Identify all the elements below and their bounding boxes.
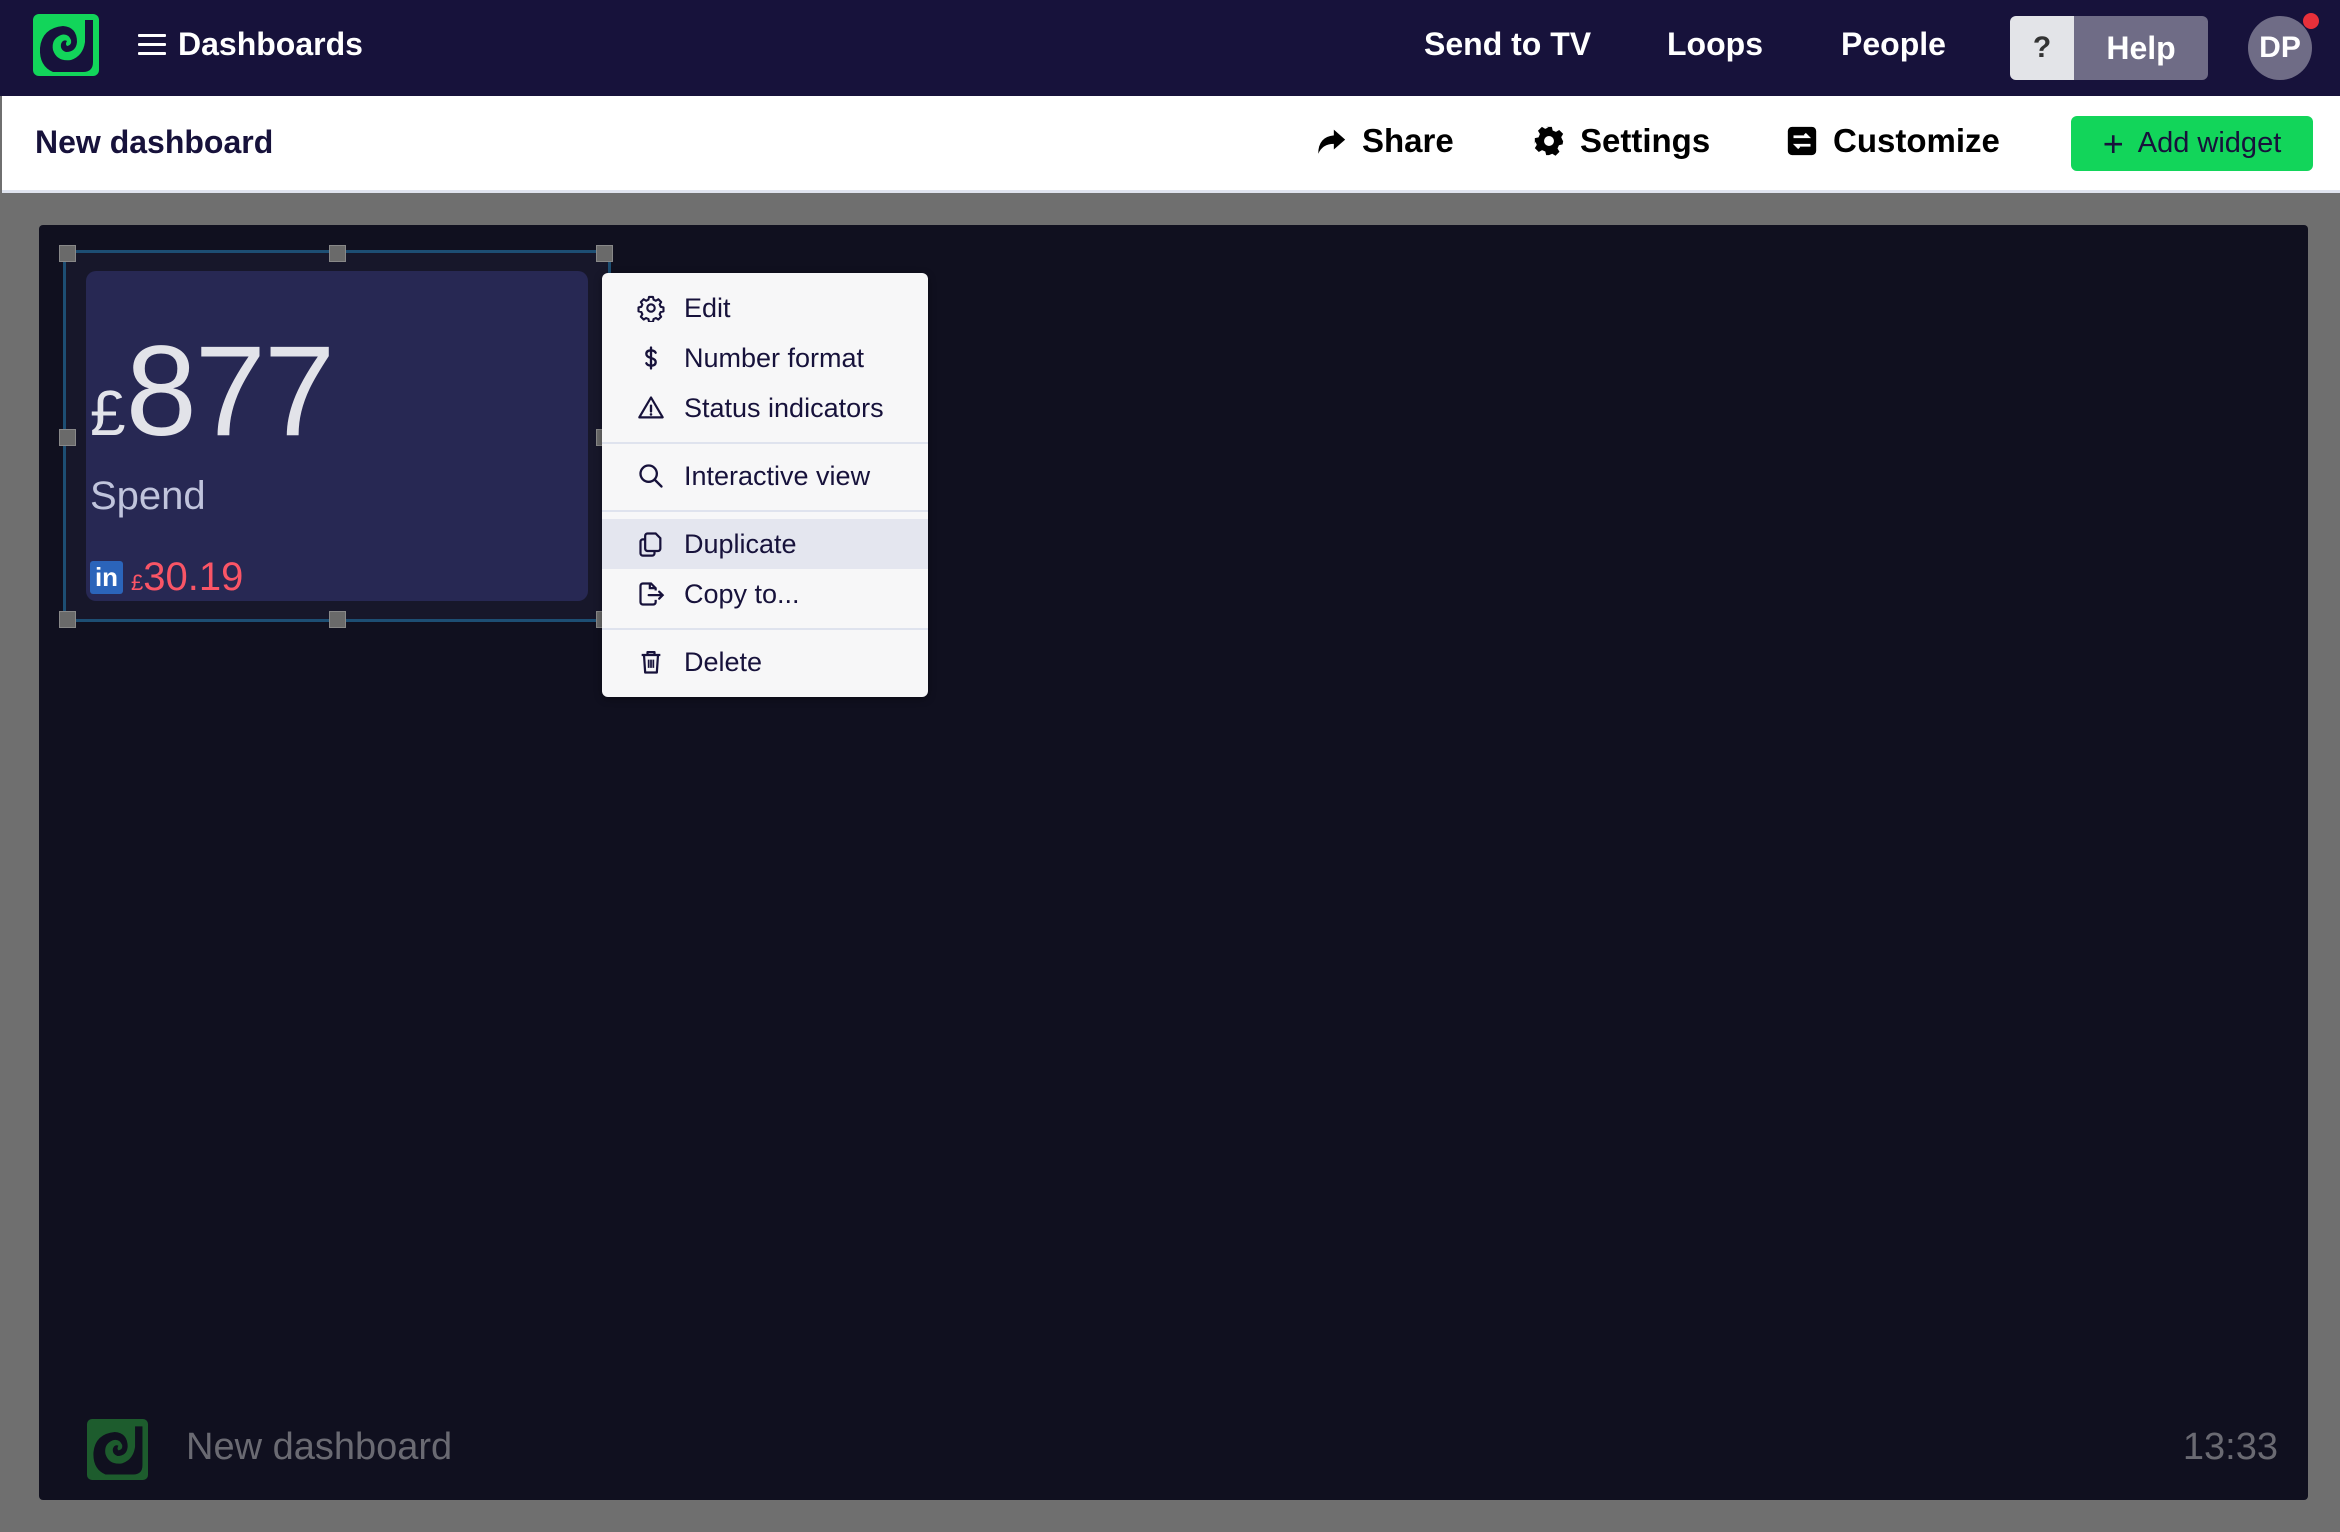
linkedin-icon: in [90,561,123,594]
copy-to-icon [636,579,666,609]
menu-item-label: Edit [684,292,731,323]
widget-number: 877 [125,320,336,463]
share-button[interactable]: Share [1314,122,1454,160]
dashboard-toolbar: New dashboard Share Settings Customize +… [2,96,2340,193]
app-logo[interactable] [33,14,99,76]
widget-context-menu: Edit Number format Status indicators Int… [602,273,928,697]
settings-label: Settings [1580,122,1711,159]
menu-item-label: Duplicate [684,528,797,559]
delta-value: 30.19 [143,555,244,599]
resize-handle-nw[interactable] [59,245,76,262]
plus-icon: + [2102,122,2124,164]
footer-clock: 13:33 [2182,1426,2278,1468]
footer-logo [87,1419,148,1480]
share-icon [1318,129,1346,154]
settings-button[interactable]: Settings [1532,122,1710,160]
logo-swirl-icon [93,1426,143,1475]
menu-item-copy-to[interactable]: Copy to... [602,569,928,619]
help-button[interactable]: ? Help [2010,16,2208,80]
menu-item-interactive-view[interactable]: Interactive view [602,451,928,501]
add-widget-button[interactable]: + Add widget [2071,116,2313,171]
customize-button[interactable]: Customize [1785,122,2000,160]
notification-dot [2303,13,2319,29]
widget-value: £ 877 [90,320,336,463]
footer-dashboard-title: New dashboard [186,1426,453,1468]
logo-swirl-icon [39,20,93,72]
trash-icon [636,647,666,677]
resize-handle-w[interactable] [59,429,76,446]
menu-item-label: Status indicators [684,392,884,423]
user-avatar[interactable]: DP [2248,16,2312,80]
menu-item-edit[interactable]: Edit [602,283,928,333]
gear-icon [1534,126,1564,156]
search-icon [636,461,666,491]
page-title[interactable]: New dashboard [35,124,273,161]
widget-delta: £ 30.19 [131,555,243,600]
menu-item-number-format[interactable]: Number format [602,333,928,383]
menu-divider [602,510,928,512]
customize-icon [1787,126,1817,156]
menu-item-duplicate[interactable]: Duplicate [602,519,928,569]
question-icon: ? [2010,16,2074,80]
menu-item-label: Interactive view [684,460,871,491]
share-label: Share [1362,122,1454,159]
menu-item-delete[interactable]: Delete [602,637,928,687]
nav-people[interactable]: People [1841,26,1946,63]
resize-handle-s[interactable] [329,611,346,628]
widget-comparison: in £ 30.19 [90,555,243,600]
add-widget-label: Add widget [2137,127,2282,159]
menu-icon[interactable] [138,34,166,56]
delta-currency: £ [131,570,144,595]
nav-send-to-tv[interactable]: Send to TV [1424,26,1591,63]
menu-item-label: Delete [684,646,763,677]
nav-loops[interactable]: Loops [1667,26,1763,63]
duplicate-icon [636,529,666,559]
top-nav: Dashboards Send to TV Loops People ? Hel… [0,0,2340,96]
help-label: Help [2074,16,2208,80]
resize-handle-sw[interactable] [59,611,76,628]
menu-divider [602,442,928,444]
dashboards-menu[interactable]: Dashboards [178,26,363,63]
warning-icon [636,393,666,423]
widget-label: Spend [90,474,206,518]
resize-handle-n[interactable] [329,245,346,262]
menu-item-status-indicators[interactable]: Status indicators [602,383,928,433]
dollar-icon [636,343,666,373]
customize-label: Customize [1833,122,2000,159]
gear-icon [636,293,666,323]
resize-handle-ne[interactable] [596,245,613,262]
menu-item-label: Copy to... [684,578,800,609]
menu-item-label: Number format [684,342,865,373]
widget-currency: £ [90,377,126,449]
menu-divider [602,628,928,630]
